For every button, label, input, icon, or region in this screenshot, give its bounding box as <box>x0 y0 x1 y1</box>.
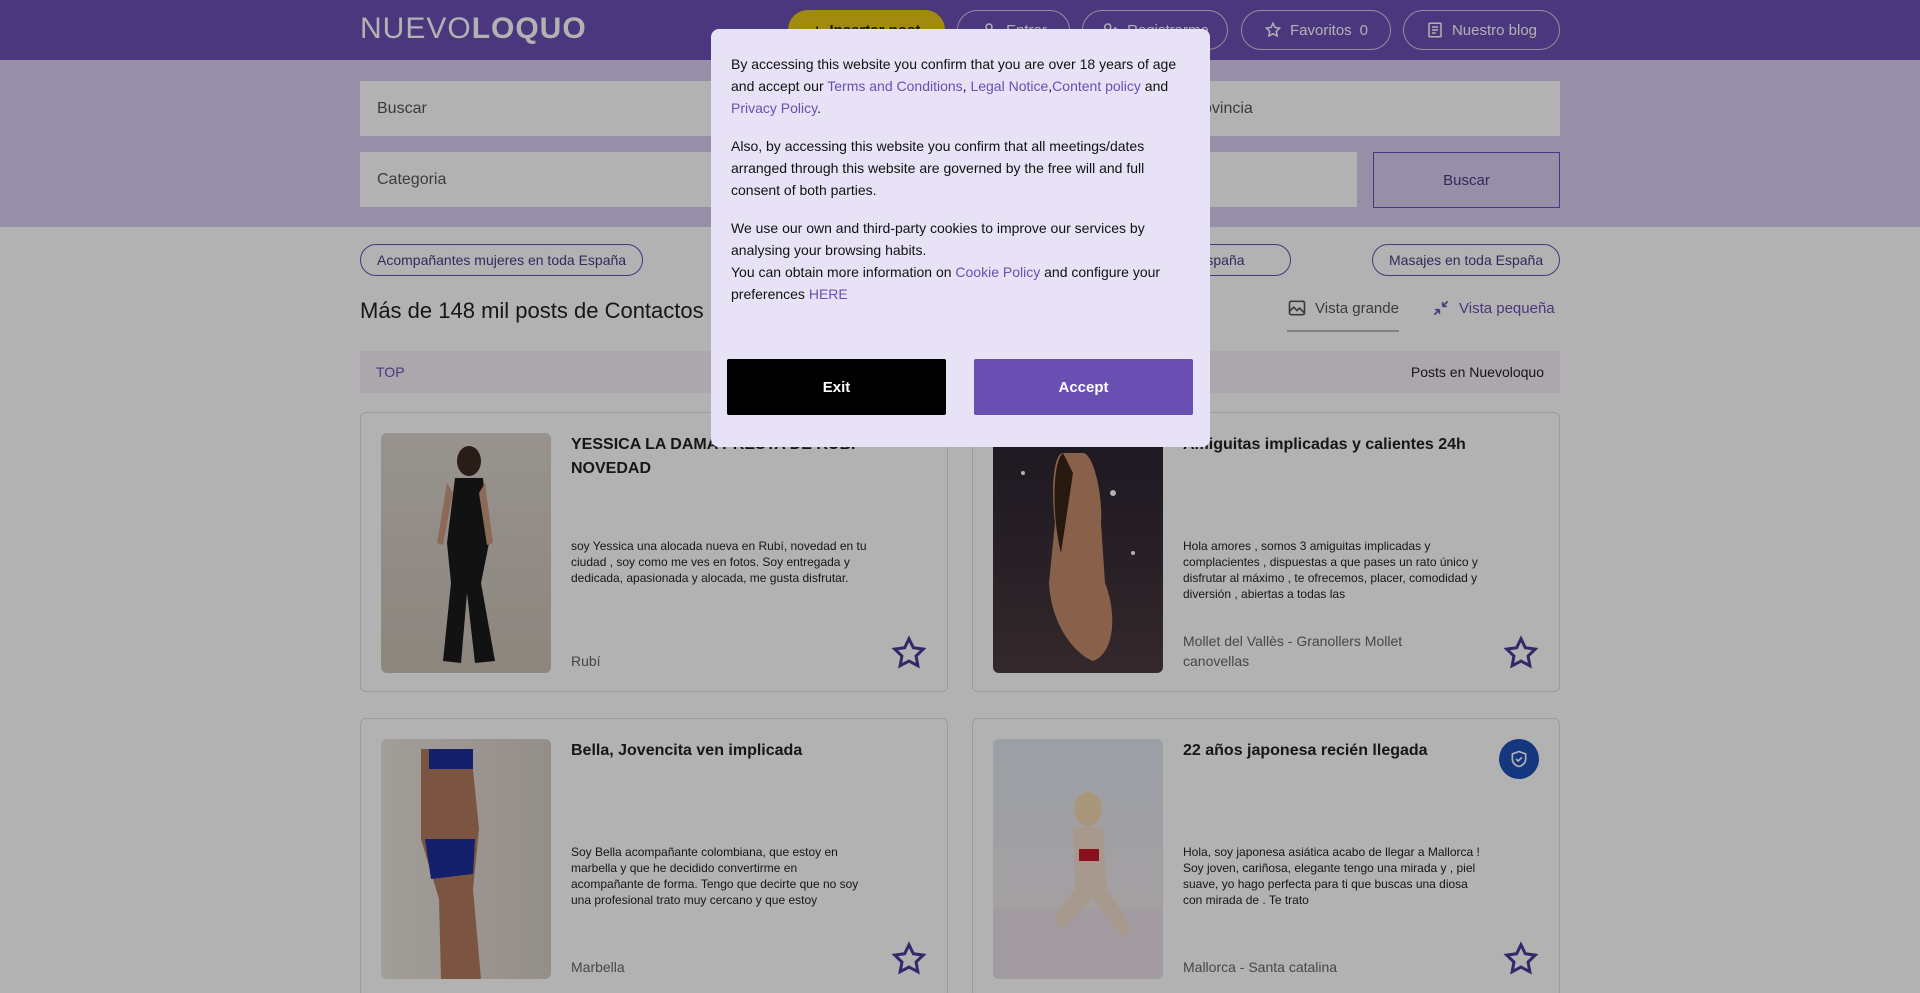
cookie-preferences-link[interactable]: HERE <box>809 286 848 302</box>
consent-paragraph-cookies: We use our own and third-party cookies t… <box>731 217 1190 305</box>
consent-paragraph-meetings: Also, by accessing this website you conf… <box>731 138 1145 198</box>
terms-link[interactable]: Terms and Conditions <box>827 78 962 94</box>
cookie-text: You can obtain more information on <box>731 264 956 280</box>
cookie-policy-link[interactable]: Cookie Policy <box>955 264 1040 280</box>
exit-button[interactable]: Exit <box>727 359 946 415</box>
age-consent-modal: By accessing this website you confirm th… <box>711 29 1210 447</box>
consent-paragraph-age: By accessing this website you confirm th… <box>731 53 1190 119</box>
legal-notice-link[interactable]: Legal Notice <box>970 78 1048 94</box>
cookie-text: We use our own and third-party cookies t… <box>731 220 1145 258</box>
privacy-policy-link[interactable]: Privacy Policy <box>731 100 817 116</box>
separator: and <box>1140 78 1169 94</box>
separator: . <box>817 100 821 116</box>
accept-button[interactable]: Accept <box>974 359 1193 415</box>
content-policy-link[interactable]: Content policy <box>1052 78 1141 94</box>
